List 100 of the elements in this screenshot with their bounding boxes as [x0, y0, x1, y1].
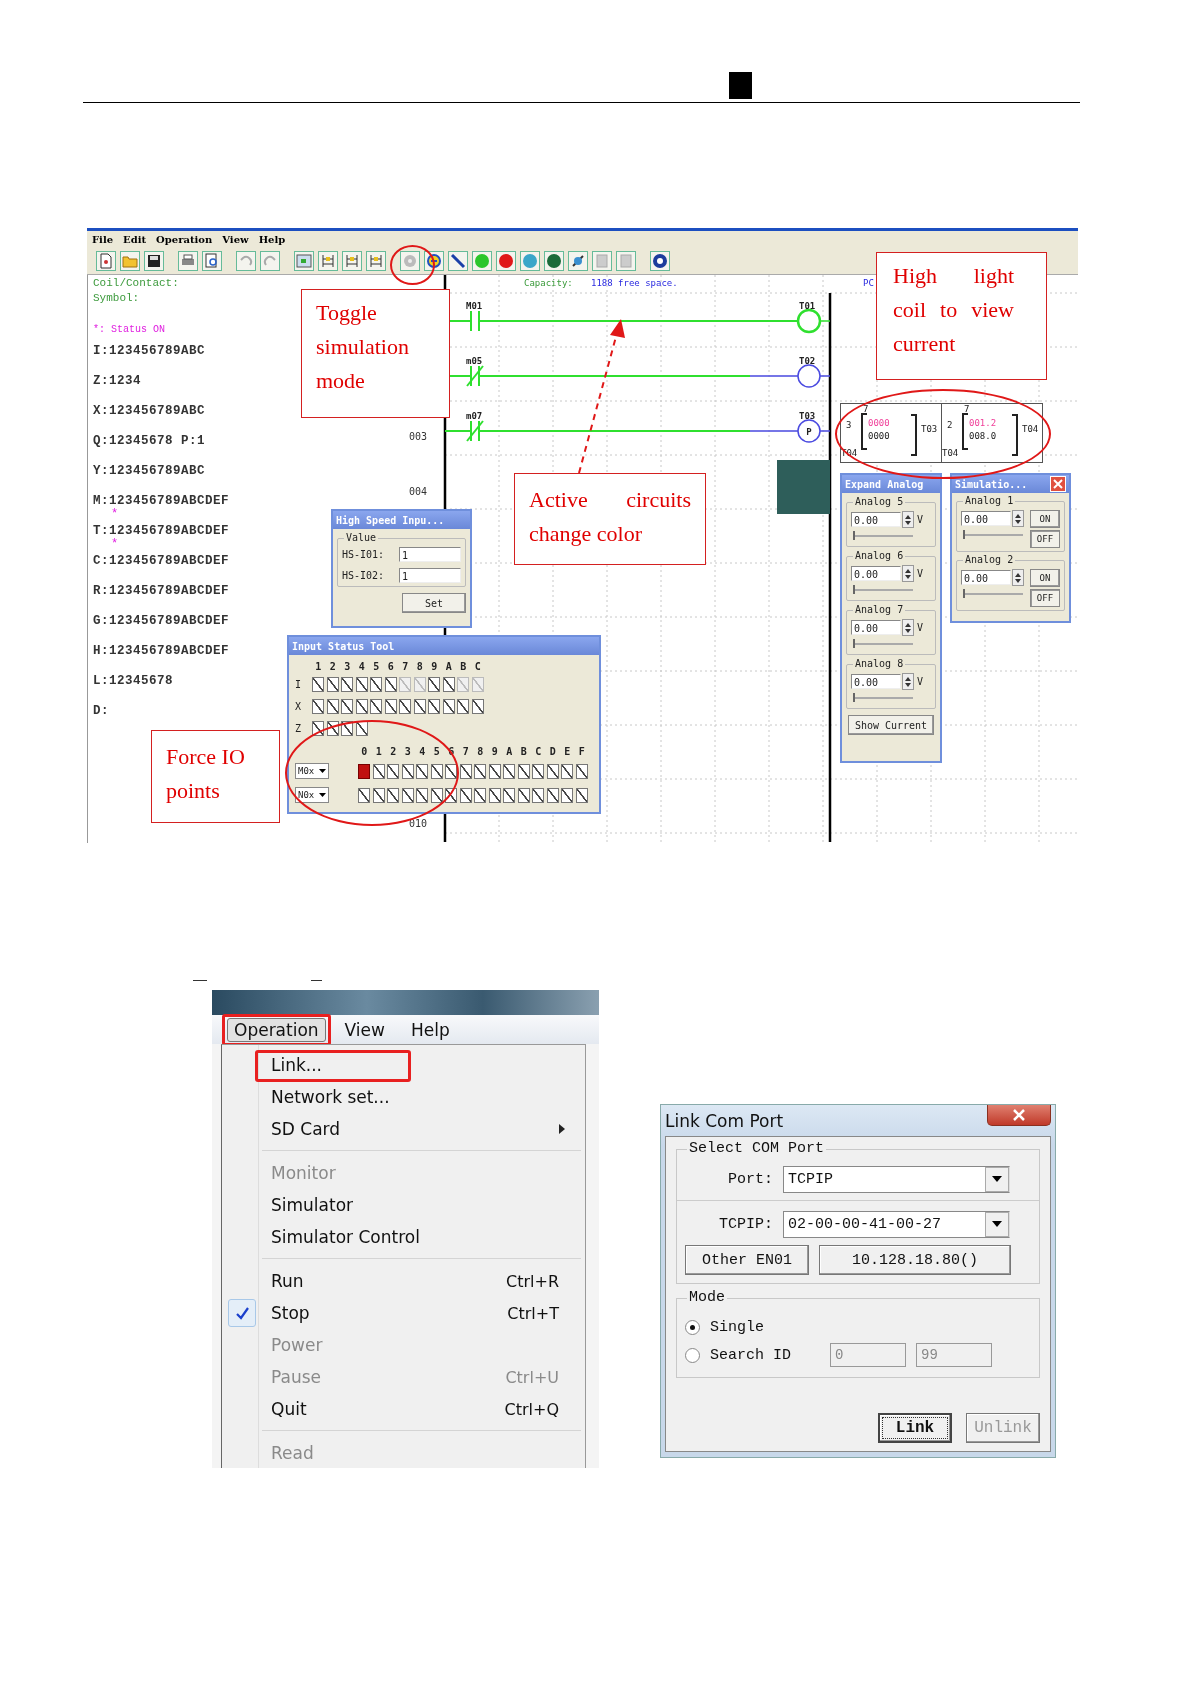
io-toggle[interactable]: [326, 676, 339, 692]
off-button[interactable]: OFF: [1030, 589, 1060, 607]
menu-bar-item[interactable]: View: [332, 1013, 397, 1046]
input-field[interactable]: 1: [399, 568, 461, 583]
spinner-icon[interactable]: [1012, 569, 1024, 586]
circle-icon[interactable]: [544, 251, 564, 271]
ladder-icon[interactable]: [318, 251, 338, 271]
spinner-icon[interactable]: [902, 619, 914, 636]
other-button[interactable]: Other EN01: [685, 1245, 809, 1275]
io-toggle[interactable]: [387, 787, 400, 803]
io-toggle[interactable]: [416, 763, 429, 779]
io-toggle[interactable]: [372, 787, 385, 803]
io-toggle[interactable]: [488, 763, 501, 779]
io-toggle[interactable]: [503, 763, 516, 779]
io-toggle[interactable]: [341, 676, 354, 692]
io-toggle[interactable]: [474, 787, 487, 803]
io-toggle[interactable]: [312, 698, 325, 714]
io-toggle[interactable]: [372, 763, 385, 779]
mac-address-dropdown[interactable]: 02-00-00-41-00-27: [783, 1210, 1010, 1238]
menu-item[interactable]: Network set...: [222, 1081, 585, 1113]
menu-item[interactable]: File: [92, 234, 114, 245]
io-toggle[interactable]: [546, 763, 559, 779]
io-toggle[interactable]: [532, 787, 545, 803]
menu-item[interactable]: Link...: [222, 1049, 585, 1081]
coil[interactable]: [797, 364, 821, 388]
io-toggle[interactable]: [503, 787, 516, 803]
value-field[interactable]: 0.00: [851, 620, 901, 635]
on-button[interactable]: ON: [1030, 510, 1060, 528]
value-field[interactable]: 0.00: [851, 566, 901, 581]
circle-icon[interactable]: [496, 251, 516, 271]
menu-item[interactable]: Stop Ctrl+T: [222, 1297, 585, 1329]
window-icon[interactable]: [294, 251, 314, 271]
io-toggle[interactable]: [430, 787, 443, 803]
io-toggle[interactable]: [384, 698, 397, 714]
value-field[interactable]: 0.00: [851, 512, 901, 527]
radio-button[interactable]: [685, 1347, 700, 1363]
io-toggle[interactable]: [355, 720, 368, 736]
spinner-icon[interactable]: [902, 511, 914, 528]
io-toggle[interactable]: [442, 676, 455, 692]
register-dropdown[interactable]: N0x: [295, 787, 329, 803]
spinner-icon[interactable]: [1012, 510, 1024, 527]
menu-item[interactable]: Simulator: [222, 1189, 585, 1221]
spinner-icon[interactable]: [902, 565, 914, 582]
io-toggle[interactable]: [546, 787, 559, 803]
show-current-button[interactable]: Show Current: [847, 715, 935, 735]
printer-icon[interactable]: [178, 251, 198, 271]
io-toggle[interactable]: [401, 763, 414, 779]
io-toggle[interactable]: [399, 698, 412, 714]
spinner-icon[interactable]: [902, 673, 914, 690]
io-toggle[interactable]: [532, 763, 545, 779]
io-toggle[interactable]: [370, 698, 383, 714]
set-button[interactable]: Set: [402, 593, 466, 613]
io-toggle[interactable]: [457, 698, 470, 714]
value-field[interactable]: 0.00: [961, 511, 1011, 526]
link-button[interactable]: Link: [878, 1413, 952, 1443]
io-toggle[interactable]: [387, 763, 400, 779]
menu-item[interactable]: Simulator Control: [222, 1221, 585, 1253]
menu-bar-item[interactable]: Help: [398, 1013, 462, 1046]
menu-item[interactable]: Operation: [156, 234, 213, 245]
io-toggle[interactable]: [459, 763, 472, 779]
io-toggle[interactable]: [471, 698, 484, 714]
io-toggle[interactable]: [517, 787, 530, 803]
io-toggle[interactable]: [488, 787, 501, 803]
io-toggle[interactable]: [384, 676, 397, 692]
io-toggle[interactable]: [575, 787, 588, 803]
on-button[interactable]: ON: [1030, 569, 1060, 587]
menu-item[interactable]: View: [222, 234, 249, 245]
io-toggle[interactable]: [358, 763, 371, 779]
io-toggle[interactable]: [517, 763, 530, 779]
io-toggle[interactable]: [358, 787, 371, 803]
io-toggle[interactable]: [312, 720, 325, 736]
register-dropdown[interactable]: M0x: [295, 763, 329, 779]
io-toggle[interactable]: [355, 698, 368, 714]
radio-button[interactable]: [685, 1319, 700, 1335]
io-toggle[interactable]: [401, 787, 414, 803]
io-toggle[interactable]: [561, 763, 574, 779]
io-toggle[interactable]: [442, 698, 455, 714]
io-toggle[interactable]: [459, 787, 472, 803]
simulation-icon[interactable]: [424, 251, 444, 271]
io-toggle[interactable]: [445, 763, 458, 779]
value-field[interactable]: 0.00: [961, 570, 1011, 585]
off-button[interactable]: OFF: [1030, 530, 1060, 548]
close-icon[interactable]: [987, 1105, 1051, 1126]
circle-icon[interactable]: [520, 251, 540, 271]
io-toggle[interactable]: [430, 763, 443, 779]
coil[interactable]: [797, 419, 821, 443]
ip-address-button[interactable]: 10.128.18.80(): [819, 1245, 1011, 1275]
ladder-icon[interactable]: [366, 251, 386, 271]
io-toggle[interactable]: [416, 787, 429, 803]
io-toggle[interactable]: [561, 787, 574, 803]
magnifier-icon[interactable]: [202, 251, 222, 271]
value-field[interactable]: 0.00: [851, 674, 901, 689]
menu-item[interactable]: Edit: [123, 234, 147, 245]
menu-item[interactable]: Help: [258, 234, 286, 245]
io-toggle[interactable]: [428, 698, 441, 714]
io-toggle[interactable]: [341, 720, 354, 736]
io-toggle[interactable]: [341, 698, 354, 714]
io-toggle[interactable]: [474, 763, 487, 779]
io-toggle[interactable]: [428, 676, 441, 692]
menu-item[interactable]: Run Ctrl+R: [222, 1265, 585, 1297]
